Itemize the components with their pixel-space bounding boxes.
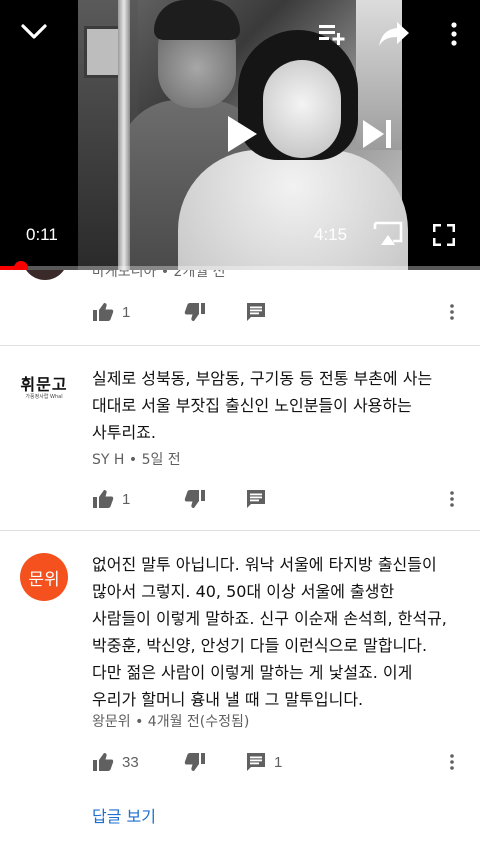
cast-icon[interactable] xyxy=(370,218,406,250)
comment-icon xyxy=(246,302,266,322)
reply-button[interactable]: 1 xyxy=(246,752,346,772)
comment-text: 없어진 말투 아닙니다. 워낙 서울에 타지방 출신들이 많아서 그렇지. 40… xyxy=(92,555,447,709)
avatar[interactable]: 문위 xyxy=(20,553,68,601)
chevron-down-icon[interactable] xyxy=(16,18,52,46)
more-vert-icon[interactable] xyxy=(440,747,464,777)
like-count: 1 xyxy=(122,490,131,508)
add-to-playlist-icon[interactable] xyxy=(316,20,348,48)
like-button[interactable]: 33 xyxy=(92,752,184,772)
like-button[interactable]: 1 xyxy=(92,489,184,509)
thumbs-down-icon xyxy=(184,302,206,322)
fullscreen-icon[interactable] xyxy=(428,220,460,250)
divider xyxy=(0,530,480,531)
comment-icon xyxy=(246,489,266,509)
like-button[interactable]: 1 xyxy=(92,302,184,322)
progress-scrubber[interactable] xyxy=(13,261,28,270)
duration: 4:15 xyxy=(314,225,348,244)
comment-icon xyxy=(246,752,266,772)
share-icon[interactable] xyxy=(376,18,412,50)
more-vert-icon[interactable] xyxy=(440,297,464,327)
comment-meta: 바게모니아 • 2개월 전 xyxy=(92,270,226,280)
more-vert-icon[interactable] xyxy=(440,18,468,50)
avatar[interactable]: 휘문고 가풍정사랍 Whal xyxy=(20,364,68,412)
thumbs-down-icon xyxy=(184,752,206,772)
avatar-logo-text: 휘문고 xyxy=(20,374,68,394)
dislike-button[interactable] xyxy=(184,489,246,509)
play-icon[interactable] xyxy=(222,112,262,156)
previous-comment-peek: 바게모니아 • 2개월 전 xyxy=(0,270,480,284)
comment-meta: SY H • 5일 전 xyxy=(92,452,181,468)
divider xyxy=(0,345,480,346)
comment-actions: 1 xyxy=(92,484,472,514)
thumbs-down-icon xyxy=(184,489,206,509)
reply-button[interactable] xyxy=(246,302,346,322)
comment-text: 실제로 성북동, 부암동, 구기동 등 전통 부촌에 사는 대대로 서울 부잣집… xyxy=(92,369,433,442)
reply-count: 1 xyxy=(274,753,283,771)
thumbs-up-icon xyxy=(92,752,114,772)
video-player[interactable]: 0:11 4:15 xyxy=(0,0,480,270)
current-time: 0:11 xyxy=(26,225,58,244)
skip-next-icon[interactable] xyxy=(358,116,398,152)
reply-button[interactable] xyxy=(246,489,346,509)
dislike-button[interactable] xyxy=(184,752,246,772)
avatar[interactable] xyxy=(22,270,68,280)
comment-actions: 1 xyxy=(92,297,472,327)
avatar-logo-subtext: 가풍정사랍 Whal xyxy=(25,393,63,400)
comment-actions: 33 1 xyxy=(92,747,472,777)
dislike-button[interactable] xyxy=(184,302,246,322)
thumbs-up-icon xyxy=(92,302,114,322)
avatar-initials: 문위 xyxy=(28,569,60,590)
thumbs-up-icon xyxy=(92,489,114,509)
like-count: 33 xyxy=(122,753,139,771)
more-vert-icon[interactable] xyxy=(440,484,464,514)
view-replies-link[interactable]: 답글 보기 xyxy=(92,803,156,827)
comment-meta: 왕문위 • 4개월 전(수정됨) xyxy=(92,714,250,730)
like-count: 1 xyxy=(122,303,131,321)
